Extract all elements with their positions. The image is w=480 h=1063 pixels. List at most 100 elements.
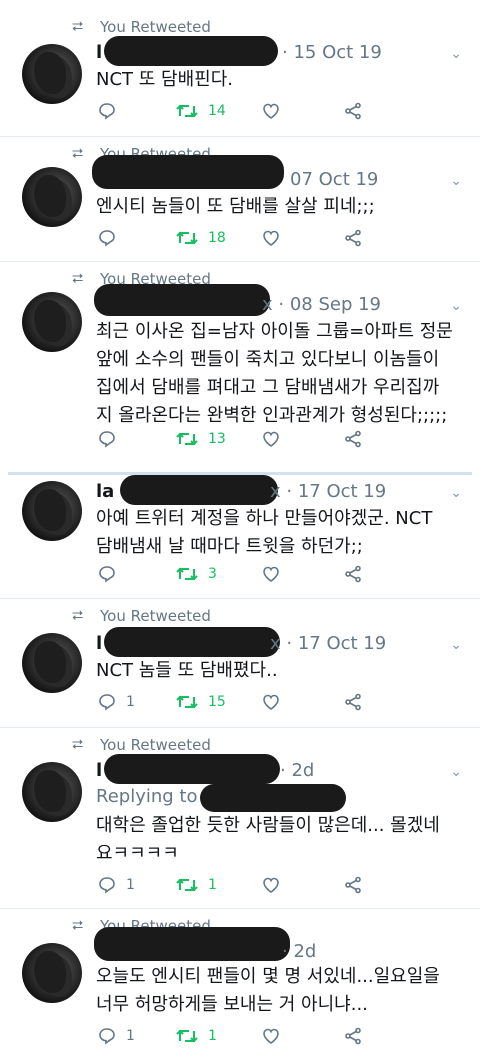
share-icon — [345, 430, 361, 448]
tweet-text-line: 너무 허망하게들 보내는 거 아니냐... — [96, 994, 368, 1015]
tweet-text-line: 앞에 소수의 팬들이 죽치고 있다보니 이놈들이 — [96, 349, 440, 370]
retweet-context: ⮂ You Retweeted — [72, 736, 211, 754]
retweet-button[interactable]: 15 — [176, 693, 226, 711]
like-button[interactable] — [262, 876, 280, 894]
timestamp[interactable]: · 2d — [282, 941, 316, 962]
timestamp[interactable]: · 2d — [280, 760, 314, 781]
timestamp[interactable]: x · 17 Oct 19 — [270, 481, 386, 502]
retweet-button[interactable]: 18 — [176, 229, 226, 247]
share-button[interactable] — [344, 102, 362, 120]
avatar[interactable] — [22, 167, 82, 227]
reply-icon — [99, 877, 115, 894]
display-name[interactable]: la — [96, 481, 114, 502]
avatar[interactable] — [22, 44, 82, 104]
chevron-down-icon[interactable]: ⌄ — [450, 46, 462, 62]
share-button[interactable] — [344, 1027, 362, 1045]
tweet[interactable]: ⮂ You Retweeted l x · 17 Oct 19 ⌄ NCT 놈들… — [0, 599, 480, 727]
chevron-down-icon[interactable]: ⌄ — [450, 485, 462, 501]
reply-icon — [99, 431, 115, 448]
reply-button[interactable]: 1 — [98, 693, 135, 711]
like-button[interactable] — [262, 430, 280, 448]
tweet-text: NCT 또 담배핀다. — [96, 66, 466, 94]
retweet-icon: ⮂ — [72, 271, 84, 287]
retweet-count: 18 — [208, 230, 226, 246]
tweet[interactable]: ⮂ You Retweeted l · 15 Oct 19 ⌄ NCT 또 담배… — [0, 0, 480, 136]
display-name[interactable]: l — [96, 42, 102, 63]
redaction-bar — [120, 475, 278, 505]
reply-button[interactable] — [98, 229, 126, 247]
retweet-icon: ⮂ — [72, 737, 84, 753]
tweet-text-line: NCT 또 담배핀다. — [96, 69, 233, 90]
avatar[interactable] — [22, 633, 82, 693]
tweet-text-line: 지 올라온다는 완벽한 인과관계가 형성된다;;;;; — [96, 405, 448, 426]
tweet[interactable]: ⮂ You Retweeted l · 2d ⌄ Replying to 대학은… — [0, 728, 480, 908]
reply-button[interactable]: 1 — [98, 1027, 135, 1045]
heart-icon — [263, 694, 279, 710]
author[interactable]: l — [96, 758, 102, 782]
action-bar: 14 — [96, 102, 396, 126]
like-button[interactable] — [262, 1027, 280, 1045]
tweet-text: 오늘도 엔시티 팬들이 몇 명 서있네...일요일을 너무 허망하게들 보내는 … — [96, 963, 466, 1019]
author[interactable]: la — [96, 479, 114, 503]
share-icon — [345, 102, 361, 120]
tweet-text-line: 아예 트위터 계정을 하나 만들어야겠군. NCT — [96, 508, 433, 529]
display-name[interactable]: l — [96, 633, 102, 654]
retweet-icon: ⮂ — [72, 608, 84, 624]
reply-button[interactable] — [98, 430, 126, 448]
avatar[interactable] — [22, 762, 82, 822]
chevron-down-icon[interactable]: ⌄ — [450, 764, 462, 780]
chevron-down-icon[interactable]: ⌄ — [450, 637, 462, 653]
avatar[interactable] — [22, 292, 82, 352]
timestamp[interactable]: x · 17 Oct 19 — [270, 633, 386, 654]
share-icon — [345, 565, 361, 583]
author[interactable]: l — [96, 40, 102, 64]
share-button[interactable] — [344, 693, 362, 711]
tweet[interactable]: ⮂ You Retweeted · 2d 오늘도 엔시티 팬들이 몇 명 서있네… — [0, 909, 480, 1063]
tweet[interactable]: la x · 17 Oct 19 ⌄ 아예 트위터 계정을 하나 만들어야겠군.… — [0, 475, 480, 597]
action-bar: 1 1 — [96, 876, 396, 900]
tweet[interactable]: ⮂ You Retweeted 07 Oct 19 ⌄ 엔시티 놈들이 또 담배… — [0, 137, 480, 261]
redaction-bar — [94, 927, 290, 961]
display-name[interactable]: l — [96, 760, 102, 781]
action-bar: 3 — [96, 565, 396, 589]
tweet-text-line: 최근 이사온 집=남자 아이돌 그룹=아파트 정문 — [96, 321, 453, 342]
share-icon — [345, 1027, 361, 1045]
retweet-button[interactable]: 14 — [176, 102, 226, 120]
share-button[interactable] — [344, 876, 362, 894]
redaction-bar — [94, 284, 270, 316]
chevron-down-icon[interactable]: ⌄ — [450, 173, 462, 189]
retweet-button[interactable]: 3 — [176, 565, 217, 583]
like-button[interactable] — [262, 102, 280, 120]
reply-icon — [99, 1028, 115, 1045]
share-button[interactable] — [344, 565, 362, 583]
retweet-button[interactable]: 1 — [176, 1027, 217, 1045]
reply-icon — [99, 103, 115, 120]
tweet-text-line: 요ㅋㅋㅋㅋ — [96, 843, 179, 864]
reply-button[interactable]: 1 — [98, 876, 135, 894]
tweet-text-line: 집에서 담배를 펴대고 그 담배냄새가 우리집까 — [96, 377, 440, 398]
share-icon — [345, 229, 361, 247]
reply-button[interactable] — [98, 565, 126, 583]
like-button[interactable] — [262, 565, 280, 583]
author[interactable]: l — [96, 631, 102, 655]
retweet-context: ⮂ You Retweeted — [72, 607, 211, 625]
reply-count: 1 — [126, 877, 135, 893]
retweet-button[interactable]: 13 — [176, 430, 226, 448]
tweet-text-line: 오늘도 엔시티 팬들이 몇 명 서있네...일요일을 — [96, 966, 440, 987]
reply-count: 1 — [126, 694, 135, 710]
share-button[interactable] — [344, 430, 362, 448]
heart-icon — [263, 1028, 279, 1044]
share-button[interactable] — [344, 229, 362, 247]
redaction-bar — [104, 754, 280, 784]
avatar[interactable] — [22, 943, 82, 1003]
retweet-button[interactable]: 1 — [176, 876, 217, 894]
avatar[interactable] — [22, 481, 82, 541]
timestamp[interactable]: · 15 Oct 19 — [282, 42, 382, 63]
like-button[interactable] — [262, 229, 280, 247]
like-button[interactable] — [262, 693, 280, 711]
chevron-down-icon[interactable]: ⌄ — [450, 298, 462, 314]
timestamp[interactable]: x · 08 Sep 19 — [262, 294, 381, 315]
timestamp[interactable]: 07 Oct 19 — [290, 169, 378, 190]
tweet[interactable]: ⮂ You Retweeted x · 08 Sep 19 ⌄ 최근 이사온 집… — [0, 262, 480, 470]
reply-button[interactable] — [98, 102, 126, 120]
